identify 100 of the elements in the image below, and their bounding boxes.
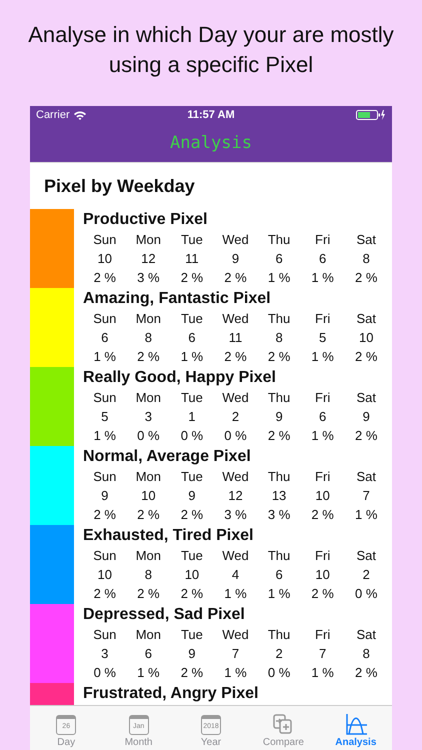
weekday-label: Sat bbox=[355, 626, 377, 644]
weekday-label: Fri bbox=[314, 389, 332, 407]
count-value: 6 bbox=[100, 329, 110, 347]
count-value: 9 bbox=[362, 408, 371, 426]
weekday-label: Wed bbox=[221, 231, 250, 249]
weekday-label: Fri bbox=[314, 468, 332, 486]
pixel-name: Productive Pixel bbox=[83, 210, 208, 230]
count-value: 10 bbox=[184, 566, 200, 584]
count-value: 10 bbox=[314, 566, 331, 584]
weekday-label: Tue bbox=[180, 468, 204, 486]
weekday-label: Wed bbox=[221, 389, 250, 407]
count-value: 10 bbox=[96, 250, 114, 268]
weekday-label: Thu bbox=[266, 389, 292, 407]
count-value: 4 bbox=[230, 566, 240, 584]
weekday-label: Fri bbox=[314, 626, 332, 644]
tab-item[interactable]: Analysis bbox=[320, 706, 392, 750]
caption: Analyse in which Day your are mostly using a specific Pixel bbox=[27, 21, 395, 79]
count-value: 8 bbox=[362, 645, 371, 663]
weekday-label: Thu bbox=[266, 626, 292, 644]
percent-value: 2 % bbox=[223, 269, 248, 287]
percent-value: 1 % bbox=[266, 269, 292, 287]
count-value: 1 bbox=[187, 408, 197, 426]
percent-value: 3 % bbox=[223, 506, 248, 524]
count-value: 12 bbox=[227, 487, 244, 505]
percent-value: 1 % bbox=[310, 427, 335, 445]
count-value: 2 bbox=[230, 408, 240, 426]
percent-value: 2 % bbox=[92, 269, 117, 287]
count-value: 7 bbox=[318, 645, 328, 663]
weekday-label: Sun bbox=[92, 231, 118, 249]
count-value: 6 bbox=[144, 645, 153, 663]
percent-value: 1 % bbox=[223, 585, 248, 603]
percent-value: 2 % bbox=[310, 506, 335, 524]
section-title: Pixel by Weekday bbox=[43, 174, 196, 198]
weekday-label: Fri bbox=[314, 310, 332, 328]
battery-icon bbox=[356, 110, 386, 120]
percent-value: 2 % bbox=[136, 506, 161, 524]
weekday-label: Tue bbox=[180, 389, 204, 407]
weekday-label: Thu bbox=[266, 468, 292, 486]
percent-value: 1 % bbox=[310, 269, 335, 287]
weekday-label: Thu bbox=[266, 547, 292, 565]
percent-value: 0 % bbox=[92, 664, 117, 682]
percent-value: 0 % bbox=[180, 427, 204, 445]
count-value: 8 bbox=[362, 250, 371, 268]
percent-value: 1 % bbox=[180, 348, 204, 366]
pixel-name: Normal, Average Pixel bbox=[83, 447, 252, 467]
weekday-label: Mon bbox=[134, 468, 162, 486]
count-value: 10 bbox=[358, 329, 374, 347]
percent-value: 1 % bbox=[136, 664, 161, 682]
count-value: 11 bbox=[228, 329, 244, 347]
weekday-label: Wed bbox=[221, 310, 250, 328]
weekday-label: Wed bbox=[221, 626, 250, 644]
weekday-label: Sun bbox=[92, 310, 118, 328]
percent-value: 1 % bbox=[92, 348, 117, 366]
weekday-label: Sun bbox=[92, 389, 118, 407]
weekday-label: Mon bbox=[134, 310, 162, 328]
weekday-label: Tue bbox=[180, 310, 204, 328]
percent-value: 2 % bbox=[180, 269, 204, 287]
weekday-label: Sun bbox=[92, 626, 118, 644]
weekday-label: Wed bbox=[221, 547, 250, 565]
status-time: 11:57 AM bbox=[187, 109, 235, 121]
weekday-label: Fri bbox=[314, 231, 332, 249]
percent-value: 2 % bbox=[180, 506, 204, 524]
percent-value: 1 % bbox=[354, 506, 378, 524]
percent-value: 2 % bbox=[354, 664, 378, 682]
percent-value: 2 % bbox=[266, 348, 292, 366]
percent-value: 2 % bbox=[180, 585, 204, 603]
count-value: 13 bbox=[270, 487, 288, 505]
percent-value: 2 % bbox=[136, 585, 161, 603]
percent-value: 1 % bbox=[266, 585, 292, 603]
weekday-label: Sat bbox=[355, 389, 377, 407]
count-value: 9 bbox=[187, 645, 197, 663]
count-value: 7 bbox=[230, 645, 240, 663]
weekday-label: Tue bbox=[180, 231, 204, 249]
count-value: 2 bbox=[274, 645, 284, 663]
weekday-label: Tue bbox=[180, 547, 204, 565]
count-value: 8 bbox=[144, 566, 153, 584]
percent-value: 2 % bbox=[310, 585, 335, 603]
percent-value: 2 % bbox=[92, 506, 117, 524]
pixel-name: Exhausted, Tired Pixel bbox=[83, 526, 254, 546]
percent-value: 0 % bbox=[223, 427, 248, 445]
weekday-label: Sun bbox=[92, 468, 118, 486]
weekday-label: Sun bbox=[92, 547, 118, 565]
percent-value: 2 % bbox=[354, 427, 378, 445]
count-value: 6 bbox=[274, 250, 284, 268]
percent-value: 0 % bbox=[136, 427, 161, 445]
count-value: 10 bbox=[96, 566, 114, 584]
percent-value: 1 % bbox=[223, 664, 248, 682]
percent-value: 1 % bbox=[310, 664, 335, 682]
count-value: 12 bbox=[140, 250, 157, 268]
weekday-label: Mon bbox=[134, 231, 162, 249]
weekday-label: Sat bbox=[355, 310, 377, 328]
count-value: 8 bbox=[274, 329, 284, 347]
percent-value: 1 % bbox=[310, 348, 335, 366]
tab-item[interactable]: Compare bbox=[247, 706, 320, 750]
pixel-name: Frustrated, Angry Pixel bbox=[83, 684, 260, 704]
count-value: 9 bbox=[230, 250, 240, 268]
weekday-label: Sat bbox=[355, 468, 377, 486]
weekday-label: Thu bbox=[266, 310, 292, 328]
nav-title: Analysis bbox=[170, 133, 252, 153]
count-value: 5 bbox=[318, 329, 328, 347]
